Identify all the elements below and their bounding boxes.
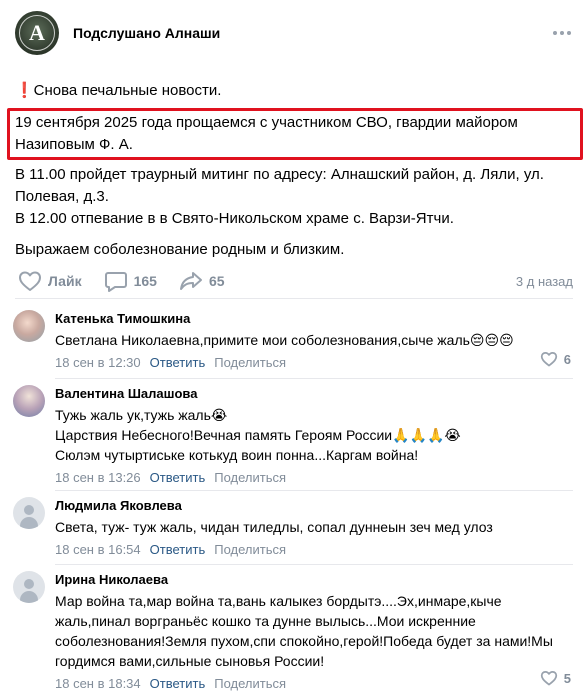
- more-options-icon[interactable]: [551, 25, 573, 41]
- comment-divider: [55, 490, 573, 491]
- reply-link[interactable]: Ответить: [150, 354, 206, 372]
- comment-divider: [55, 564, 573, 565]
- comment-meta: 18 сен в 13:26 Ответить Поделиться: [55, 469, 573, 487]
- comment-meta: 18 сен в 12:30 Ответить Поделиться: [55, 354, 573, 372]
- avatar-placeholder-head: [24, 505, 34, 515]
- comment-item: Людмила Яковлева Света, туж- туж жаль, ч…: [13, 497, 573, 557]
- more-dot: [567, 31, 571, 35]
- post-line-details: В 11.00 пройдет траурный митинг по адрес…: [15, 166, 544, 227]
- comment-divider: [55, 378, 573, 379]
- post-time[interactable]: 3 д назад: [516, 274, 573, 289]
- comment-item: Катенька Тимошкина Светлана Николаевна,п…: [13, 310, 573, 370]
- comment-like-count: 6: [563, 351, 571, 367]
- commenter-avatar[interactable]: [13, 571, 45, 603]
- group-avatar[interactable]: А: [15, 11, 59, 55]
- comment-author[interactable]: Катенька Тимошкина: [55, 310, 573, 328]
- comments-button[interactable]: 165: [104, 270, 157, 292]
- share-button[interactable]: 65: [179, 270, 225, 292]
- comment-date[interactable]: 18 сен в 16:54: [55, 541, 141, 559]
- comment-icon: [104, 272, 127, 292]
- comment-date[interactable]: 18 сен в 18:34: [55, 675, 141, 693]
- post-line-intro: ❗Снова печальные новости.: [15, 82, 222, 99]
- comment-meta: 18 сен в 18:34 Ответить Поделиться: [55, 675, 573, 693]
- commenter-avatar[interactable]: [13, 497, 45, 529]
- avatar-placeholder-head: [24, 579, 34, 589]
- comment-meta: 18 сен в 16:54 Ответить Поделиться: [55, 541, 573, 559]
- post-actions: Лайк 165 65 3 д назад: [18, 269, 573, 293]
- post-line-condolence: Выражаем соболезнование родным и близким…: [15, 241, 345, 258]
- share-link[interactable]: Поделиться: [214, 469, 286, 487]
- comment-author[interactable]: Людмила Яковлева: [55, 497, 573, 515]
- share-link[interactable]: Поделиться: [214, 675, 286, 693]
- comment-text: Светлана Николаевна,примите мои соболезн…: [55, 332, 514, 348]
- heart-icon: [540, 670, 557, 686]
- heart-icon: [540, 351, 557, 367]
- comment-like-button[interactable]: 6: [540, 351, 571, 367]
- commenter-avatar[interactable]: [13, 310, 45, 342]
- avatar-placeholder-body: [20, 517, 38, 529]
- commenter-avatar[interactable]: [13, 385, 45, 417]
- reply-link[interactable]: Ответить: [150, 541, 206, 559]
- avatar-letter: А: [29, 20, 45, 45]
- post-header: А Подслушано Алнаши: [15, 11, 573, 55]
- like-button[interactable]: Лайк: [18, 270, 82, 292]
- group-name[interactable]: Подслушано Алнаши: [73, 25, 220, 41]
- comment-text: Света, туж- туж жаль, чидан тиледлы, соп…: [55, 519, 493, 535]
- comment-text: Тужь жаль ук,тужь жаль😭 Царствия Небесно…: [55, 407, 461, 463]
- more-dot: [560, 31, 564, 35]
- comment-like-count: 5: [563, 670, 571, 686]
- share-arrow-icon: [179, 272, 202, 290]
- comment-item: Валентина Шалашова Тужь жаль ук,тужь жал…: [13, 385, 573, 485]
- reply-link[interactable]: Ответить: [150, 675, 206, 693]
- share-link[interactable]: Поделиться: [214, 354, 286, 372]
- comment-date[interactable]: 18 сен в 13:26: [55, 469, 141, 487]
- comment-like-button[interactable]: 5: [540, 670, 571, 686]
- reply-link[interactable]: Ответить: [150, 469, 206, 487]
- shares-count: 65: [208, 273, 225, 289]
- highlight-annotation-box: [7, 108, 583, 160]
- comment-item: Ирина Николаева Мар война та,мар война т…: [13, 571, 573, 691]
- share-link[interactable]: Поделиться: [214, 541, 286, 559]
- comments-count: 165: [133, 273, 157, 289]
- comment-author[interactable]: Валентина Шалашова: [55, 385, 573, 403]
- avatar-placeholder-body: [20, 591, 38, 603]
- comment-text: Мар война та,мар война та,вань калыкез б…: [55, 593, 553, 669]
- comment-date[interactable]: 18 сен в 12:30: [55, 354, 141, 372]
- like-label: Лайк: [48, 273, 82, 289]
- divider: [15, 298, 573, 299]
- comment-author[interactable]: Ирина Николаева: [55, 571, 573, 589]
- more-dot: [553, 31, 557, 35]
- heart-icon: [19, 271, 41, 291]
